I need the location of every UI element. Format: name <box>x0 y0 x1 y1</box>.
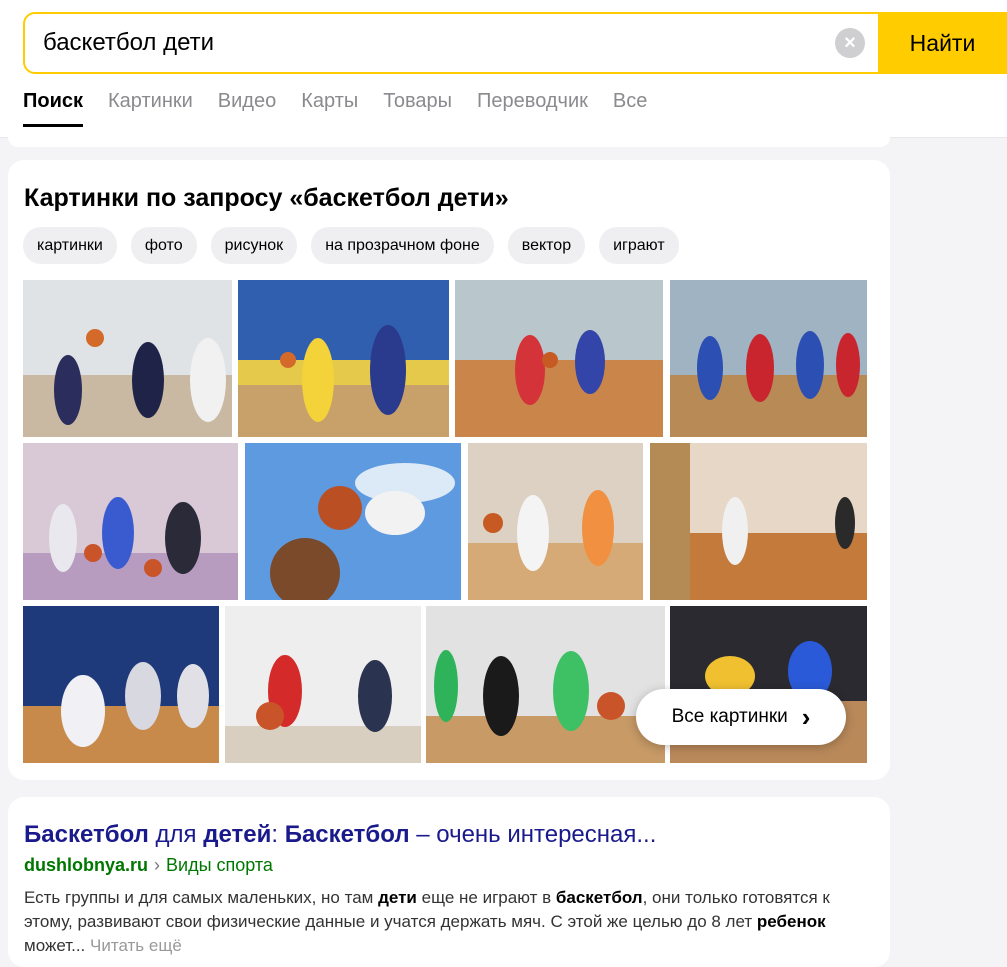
all-images-label: Все картинки <box>671 706 788 727</box>
search-input[interactable] <box>41 22 825 64</box>
images-block-title[interactable]: Картинки по запросу «баскетбол дети» <box>24 184 509 213</box>
result-url: dushlobnya.ru › Виды спорта <box>24 855 273 876</box>
snippet-part: Есть группы и для самых маленьких, но та… <box>24 888 379 907</box>
image-thumbnail[interactable] <box>426 606 665 763</box>
snippet-part: дети <box>378 888 417 907</box>
all-images-button[interactable]: Все картинки › <box>636 689 846 745</box>
result-snippet: Есть группы и для самых маленьких, но та… <box>24 886 874 958</box>
breadcrumb-separator: › <box>154 855 161 875</box>
search-tabs: Поиск Картинки Видео Карты Товары Перево… <box>23 90 672 127</box>
result-domain-link[interactable]: dushlobnya.ru <box>24 855 148 875</box>
result-title-part: для <box>148 821 204 848</box>
search-result: Баскетбол для детей: Баскетбол – очень и… <box>8 797 890 967</box>
tab-search[interactable]: Поиск <box>23 90 84 127</box>
chip-vector[interactable]: вектор <box>507 227 586 264</box>
chevron-right-icon: › <box>801 702 811 732</box>
result-title-part: – очень интересная... <box>409 821 657 848</box>
image-thumbnail[interactable] <box>650 443 867 600</box>
search-header: × Найти Поиск Картинки Видео Карты Товар… <box>0 0 1007 138</box>
snippet-part: еще не играют в <box>416 888 556 907</box>
image-thumbnail[interactable] <box>225 606 421 763</box>
result-title-link[interactable]: Баскетбол для детей: Баскетбол – очень и… <box>24 821 656 849</box>
image-filter-chips: картинки фото рисунок на прозрачном фоне… <box>23 227 693 264</box>
chip-drawing[interactable]: рисунок <box>210 227 298 264</box>
chip-transparent[interactable]: на прозрачном фоне <box>311 227 494 264</box>
image-thumbnail[interactable] <box>23 606 219 763</box>
snippet-part: ребенок <box>756 912 826 931</box>
image-thumbnail[interactable] <box>455 280 663 437</box>
result-title-part: детей <box>203 821 272 848</box>
tab-images[interactable]: Картинки <box>108 90 193 124</box>
snippet-part: баскетбол <box>555 888 643 907</box>
tab-maps[interactable]: Карты <box>301 90 358 124</box>
result-title-part: : <box>271 821 285 848</box>
previous-card-edge <box>8 137 890 147</box>
images-block: Картинки по запросу «баскетбол дети» кар… <box>8 160 890 780</box>
tab-translator[interactable]: Переводчик <box>477 90 588 124</box>
snippet-part: может... <box>24 936 91 955</box>
chip-pictures[interactable]: картинки <box>23 227 117 264</box>
tab-products[interactable]: Товары <box>383 90 452 124</box>
result-path-link[interactable]: Виды спорта <box>166 855 273 875</box>
image-thumbnail[interactable] <box>238 280 449 437</box>
read-more-link[interactable]: Читать ещё <box>90 936 182 955</box>
image-thumbnail[interactable] <box>245 443 461 600</box>
tab-video[interactable]: Видео <box>218 90 276 124</box>
search-box[interactable]: × <box>23 12 1007 74</box>
image-thumbnail[interactable] <box>23 280 232 437</box>
image-thumbnail[interactable] <box>23 443 238 600</box>
search-submit-button[interactable]: Найти <box>878 12 1007 74</box>
image-thumbnail[interactable] <box>468 443 643 600</box>
result-title-part: Баскетбол <box>24 821 149 848</box>
clear-icon[interactable]: × <box>835 28 865 58</box>
chip-playing[interactable]: играют <box>599 227 679 264</box>
image-thumbnail[interactable] <box>670 280 867 437</box>
chip-photo[interactable]: фото <box>130 227 197 264</box>
result-title-part: Баскетбол <box>284 821 410 848</box>
tab-all[interactable]: Все <box>613 90 647 124</box>
